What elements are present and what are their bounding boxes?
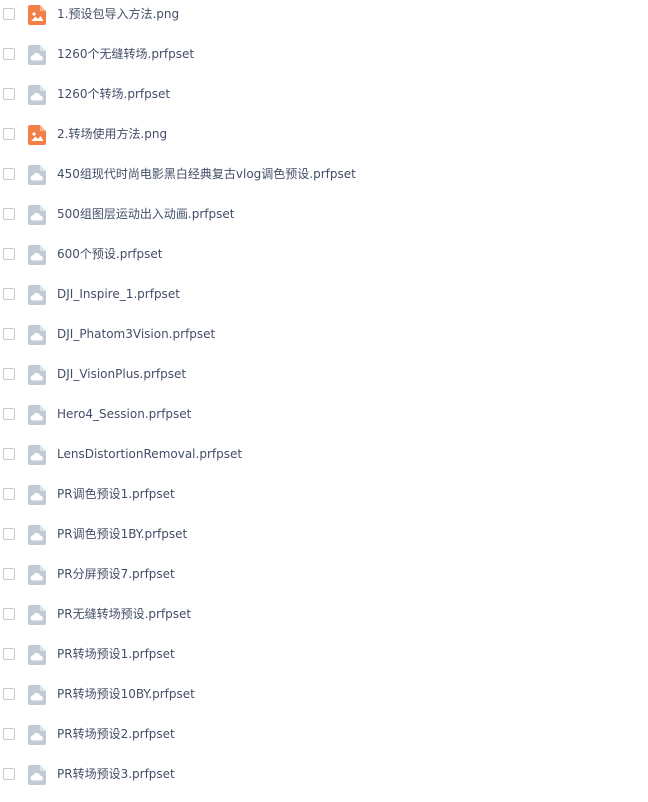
file-name[interactable]: 1260个无缝转场.prfpset bbox=[57, 46, 194, 62]
generic-file-icon bbox=[28, 605, 46, 625]
file-name[interactable]: PR调色预设1.prfpset bbox=[57, 486, 175, 502]
file-row[interactable]: 2.转场使用方法.png bbox=[0, 115, 648, 155]
file-name[interactable]: DJI_Phatom3Vision.prfpset bbox=[57, 326, 215, 342]
file-checkbox[interactable] bbox=[3, 368, 15, 380]
generic-file-icon bbox=[28, 645, 46, 665]
file-checkbox[interactable] bbox=[3, 488, 15, 500]
file-checkbox[interactable] bbox=[3, 168, 15, 180]
file-row[interactable]: DJI_VisionPlus.prfpset bbox=[0, 355, 648, 395]
file-checkbox[interactable] bbox=[3, 688, 15, 700]
file-checkbox[interactable] bbox=[3, 328, 15, 340]
file-row[interactable]: Hero4_Session.prfpset bbox=[0, 395, 648, 435]
file-row[interactable]: PR转场预设10BY.prfpset bbox=[0, 675, 648, 715]
file-row[interactable]: 450组现代时尚电影黑白经典复古vlog调色预设.prfpset bbox=[0, 155, 648, 195]
file-name[interactable]: 2.转场使用方法.png bbox=[57, 126, 167, 142]
file-checkbox[interactable] bbox=[3, 648, 15, 660]
image-file-icon bbox=[28, 125, 46, 145]
generic-file-icon bbox=[28, 285, 46, 305]
file-row[interactable]: PR无缝转场预设.prfpset bbox=[0, 595, 648, 635]
file-name[interactable]: DJI_Inspire_1.prfpset bbox=[57, 286, 180, 302]
file-checkbox[interactable] bbox=[3, 448, 15, 460]
file-name[interactable]: PR无缝转场预设.prfpset bbox=[57, 606, 191, 622]
generic-file-icon bbox=[28, 245, 46, 265]
generic-file-icon bbox=[28, 525, 46, 545]
file-checkbox[interactable] bbox=[3, 568, 15, 580]
file-checkbox[interactable] bbox=[3, 128, 15, 140]
file-checkbox[interactable] bbox=[3, 208, 15, 220]
generic-file-icon bbox=[28, 725, 46, 745]
image-file-icon bbox=[28, 5, 46, 25]
file-row[interactable]: PR调色预设1BY.prfpset bbox=[0, 515, 648, 555]
file-row[interactable]: 500组图层运动出入动画.prfpset bbox=[0, 195, 648, 235]
file-name[interactable]: Hero4_Session.prfpset bbox=[57, 406, 191, 422]
file-name[interactable]: 600个预设.prfpset bbox=[57, 246, 162, 262]
file-row[interactable]: PR转场预设3.prfpset bbox=[0, 755, 648, 795]
file-checkbox[interactable] bbox=[3, 8, 15, 20]
file-checkbox[interactable] bbox=[3, 288, 15, 300]
generic-file-icon bbox=[28, 85, 46, 105]
file-name[interactable]: PR分屏预设7.prfpset bbox=[57, 566, 175, 582]
generic-file-icon bbox=[28, 325, 46, 345]
generic-file-icon bbox=[28, 205, 46, 225]
file-row[interactable]: 600个预设.prfpset bbox=[0, 235, 648, 275]
file-row[interactable]: PR转场预设2.prfpset bbox=[0, 715, 648, 755]
file-name[interactable]: PR转场预设10BY.prfpset bbox=[57, 686, 195, 702]
generic-file-icon bbox=[28, 685, 46, 705]
file-row[interactable]: DJI_Phatom3Vision.prfpset bbox=[0, 315, 648, 355]
file-name[interactable]: PR调色预设1BY.prfpset bbox=[57, 526, 187, 542]
file-name[interactable]: 450组现代时尚电影黑白经典复古vlog调色预设.prfpset bbox=[57, 166, 356, 182]
file-row[interactable]: DJI_Inspire_1.prfpset bbox=[0, 275, 648, 315]
file-checkbox[interactable] bbox=[3, 88, 15, 100]
file-checkbox[interactable] bbox=[3, 248, 15, 260]
generic-file-icon bbox=[28, 365, 46, 385]
generic-file-icon bbox=[28, 485, 46, 505]
generic-file-icon bbox=[28, 445, 46, 465]
file-name[interactable]: PR转场预设1.prfpset bbox=[57, 646, 175, 662]
generic-file-icon bbox=[28, 45, 46, 65]
file-checkbox[interactable] bbox=[3, 728, 15, 740]
file-name[interactable]: 1.预设包导入方法.png bbox=[57, 6, 179, 22]
file-list: 1.预设包导入方法.png 1260个无缝转场.prfpset 1260个转场.pr… bbox=[0, 0, 648, 802]
generic-file-icon bbox=[28, 765, 46, 785]
file-name[interactable]: LensDistortionRemoval.prfpset bbox=[57, 446, 242, 462]
file-name[interactable]: 1260个转场.prfpset bbox=[57, 86, 170, 102]
file-row[interactable]: LensDistortionRemoval.prfpset bbox=[0, 435, 648, 475]
file-name[interactable]: 500组图层运动出入动画.prfpset bbox=[57, 206, 234, 222]
file-checkbox[interactable] bbox=[3, 528, 15, 540]
file-row[interactable]: PR调色预设1.prfpset bbox=[0, 475, 648, 515]
file-checkbox[interactable] bbox=[3, 768, 15, 780]
file-row[interactable]: 1.预设包导入方法.png bbox=[0, 0, 648, 35]
file-row[interactable]: PR转场预设1.prfpset bbox=[0, 635, 648, 675]
file-name[interactable]: PR转场预设2.prfpset bbox=[57, 726, 175, 742]
file-row[interactable]: PR分屏预设7.prfpset bbox=[0, 555, 648, 595]
file-row[interactable]: 1260个转场.prfpset bbox=[0, 75, 648, 115]
file-name[interactable]: DJI_VisionPlus.prfpset bbox=[57, 366, 186, 382]
file-row[interactable]: 1260个无缝转场.prfpset bbox=[0, 35, 648, 75]
file-checkbox[interactable] bbox=[3, 48, 15, 60]
file-name[interactable]: PR转场预设3.prfpset bbox=[57, 766, 175, 782]
generic-file-icon bbox=[28, 565, 46, 585]
generic-file-icon bbox=[28, 405, 46, 425]
file-checkbox[interactable] bbox=[3, 408, 15, 420]
file-checkbox[interactable] bbox=[3, 608, 15, 620]
generic-file-icon bbox=[28, 165, 46, 185]
